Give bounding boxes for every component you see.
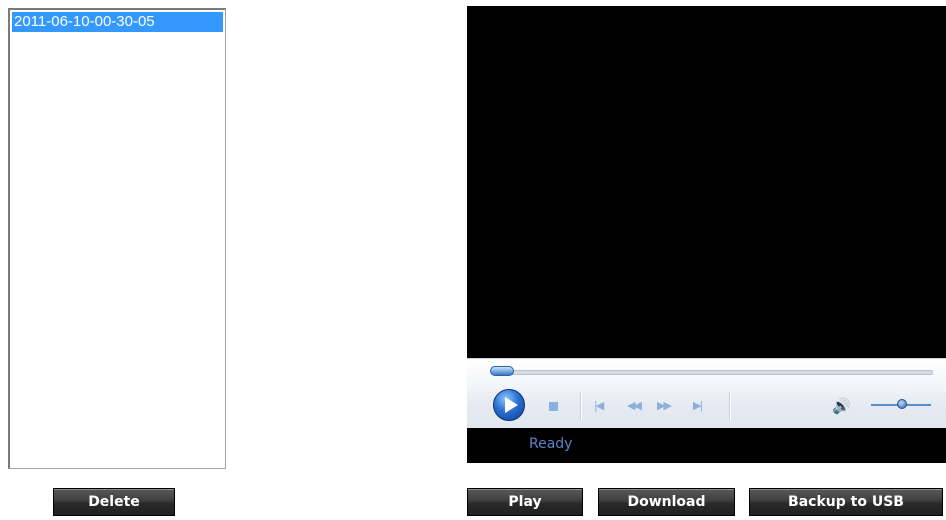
video-display[interactable] [467,6,946,358]
media-player: |◀ ◀◀ ▶▶ ▶| 🔊 Ready [467,6,946,463]
download-button[interactable]: Download [598,488,735,516]
play-recording-button[interactable]: Play [467,488,583,516]
play-icon [505,397,518,413]
volume-icon[interactable]: 🔊 [832,397,851,415]
control-divider [729,392,731,420]
player-controls: |◀ ◀◀ ▶▶ ▶| 🔊 [467,358,946,434]
recording-list[interactable]: 2011-06-10-00-30-05 [8,8,226,469]
control-divider [580,392,582,420]
status-bar: Ready [467,428,946,463]
stop-icon[interactable] [549,402,558,411]
skip-next-icon[interactable]: ▶| [693,399,703,412]
fast-forward-icon[interactable]: ▶▶ [657,399,672,412]
status-text: Ready [529,436,573,452]
backup-to-usb-button[interactable]: Backup to USB [749,488,943,516]
list-item-recording[interactable]: 2011-06-10-00-30-05 [12,12,223,32]
delete-button[interactable]: Delete [53,488,175,516]
volume-handle[interactable] [897,399,907,409]
seek-bar[interactable] [491,370,933,375]
rewind-icon[interactable]: ◀◀ [627,399,642,412]
seek-handle[interactable] [490,366,514,376]
play-button[interactable] [493,389,525,421]
skip-previous-icon[interactable]: |◀ [594,399,604,412]
